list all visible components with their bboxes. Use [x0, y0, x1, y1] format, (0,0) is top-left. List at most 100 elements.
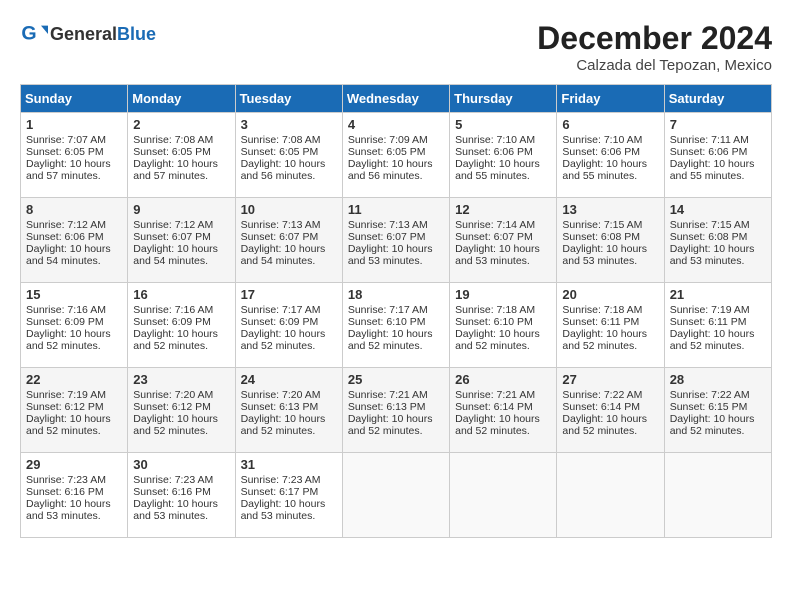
sunset-text: Sunset: 6:07 PM — [455, 231, 551, 243]
daylight-text: Daylight: 10 hours and 52 minutes. — [455, 328, 551, 352]
day-number: 13 — [562, 202, 658, 217]
sunrise-text: Sunrise: 7:13 AM — [348, 219, 444, 231]
calendar-cell: 29Sunrise: 7:23 AMSunset: 6:16 PMDayligh… — [21, 453, 128, 538]
calendar-cell: 26Sunrise: 7:21 AMSunset: 6:14 PMDayligh… — [450, 368, 557, 453]
daylight-text: Daylight: 10 hours and 52 minutes. — [670, 328, 766, 352]
sunrise-text: Sunrise: 7:12 AM — [133, 219, 229, 231]
calendar-cell: 13Sunrise: 7:15 AMSunset: 6:08 PMDayligh… — [557, 198, 664, 283]
sunrise-text: Sunrise: 7:23 AM — [26, 474, 122, 486]
sunrise-text: Sunrise: 7:18 AM — [562, 304, 658, 316]
day-number: 15 — [26, 287, 122, 302]
sunset-text: Sunset: 6:15 PM — [670, 401, 766, 413]
day-number: 12 — [455, 202, 551, 217]
sunset-text: Sunset: 6:12 PM — [133, 401, 229, 413]
sunset-text: Sunset: 6:13 PM — [348, 401, 444, 413]
calendar-cell: 24Sunrise: 7:20 AMSunset: 6:13 PMDayligh… — [235, 368, 342, 453]
day-number: 3 — [241, 117, 337, 132]
sunrise-text: Sunrise: 7:22 AM — [670, 389, 766, 401]
sunrise-text: Sunrise: 7:16 AM — [26, 304, 122, 316]
daylight-text: Daylight: 10 hours and 52 minutes. — [562, 328, 658, 352]
day-number: 9 — [133, 202, 229, 217]
calendar-cell: 12Sunrise: 7:14 AMSunset: 6:07 PMDayligh… — [450, 198, 557, 283]
daylight-text: Daylight: 10 hours and 53 minutes. — [562, 243, 658, 267]
sunset-text: Sunset: 6:08 PM — [562, 231, 658, 243]
calendar-cell: 3Sunrise: 7:08 AMSunset: 6:05 PMDaylight… — [235, 113, 342, 198]
day-number: 6 — [562, 117, 658, 132]
daylight-text: Daylight: 10 hours and 52 minutes. — [670, 413, 766, 437]
logo-icon: G — [20, 20, 48, 48]
daylight-text: Daylight: 10 hours and 52 minutes. — [133, 328, 229, 352]
day-number: 17 — [241, 287, 337, 302]
daylight-text: Daylight: 10 hours and 52 minutes. — [348, 328, 444, 352]
day-number: 7 — [670, 117, 766, 132]
calendar-cell: 16Sunrise: 7:16 AMSunset: 6:09 PMDayligh… — [128, 283, 235, 368]
calendar-cell: 15 Sunrise: 7:16 AMSunset: 6:09 PMDayligh… — [21, 283, 128, 368]
sunset-text: Sunset: 6:11 PM — [670, 316, 766, 328]
sunrise-text: Sunrise: 7:20 AM — [241, 389, 337, 401]
sunrise-text: Sunrise: 7:21 AM — [348, 389, 444, 401]
calendar-cell: 4Sunrise: 7:09 AMSunset: 6:05 PMDaylight… — [342, 113, 449, 198]
sunrise-text: Sunrise: 7:15 AM — [670, 219, 766, 231]
day-number: 28 — [670, 372, 766, 387]
sub-title: Calzada del Tepozan, Mexico — [537, 57, 772, 74]
day-number: 14 — [670, 202, 766, 217]
daylight-text: Daylight: 10 hours and 52 minutes. — [133, 413, 229, 437]
calendar-cell — [342, 453, 449, 538]
daylight-text: Daylight: 10 hours and 52 minutes. — [26, 328, 122, 352]
day-number: 31 — [241, 457, 337, 472]
calendar-cell: 27Sunrise: 7:22 AMSunset: 6:14 PMDayligh… — [557, 368, 664, 453]
sunset-text: Sunset: 6:09 PM — [133, 316, 229, 328]
daylight-text: Daylight: 10 hours and 53 minutes. — [455, 243, 551, 267]
sunrise-text: Sunrise: 7:19 AM — [670, 304, 766, 316]
calendar-table: SundayMondayTuesdayWednesdayThursdayFrid… — [20, 84, 772, 538]
calendar-cell: 5Sunrise: 7:10 AMSunset: 6:06 PMDaylight… — [450, 113, 557, 198]
sunset-text: Sunset: 6:17 PM — [241, 486, 337, 498]
day-number: 20 — [562, 287, 658, 302]
week-row-5: 29Sunrise: 7:23 AMSunset: 6:16 PMDayligh… — [21, 453, 772, 538]
sunset-text: Sunset: 6:07 PM — [348, 231, 444, 243]
daylight-text: Daylight: 10 hours and 52 minutes. — [562, 413, 658, 437]
daylight-text: Daylight: 10 hours and 52 minutes. — [26, 413, 122, 437]
sunset-text: Sunset: 6:13 PM — [241, 401, 337, 413]
calendar-cell: 8Sunrise: 7:12 AMSunset: 6:06 PMDaylight… — [21, 198, 128, 283]
sunrise-text: Sunrise: 7:23 AM — [133, 474, 229, 486]
day-number: 2 — [133, 117, 229, 132]
sunrise-text: Sunrise: 7:11 AM — [670, 134, 766, 146]
sunset-text: Sunset: 6:16 PM — [133, 486, 229, 498]
daylight-text: Daylight: 10 hours and 54 minutes. — [241, 243, 337, 267]
sunset-text: Sunset: 6:06 PM — [455, 146, 551, 158]
calendar-cell: 19Sunrise: 7:18 AMSunset: 6:10 PMDayligh… — [450, 283, 557, 368]
week-row-4: 22Sunrise: 7:19 AMSunset: 6:12 PMDayligh… — [21, 368, 772, 453]
weekday-header-friday: Friday — [557, 85, 664, 113]
calendar-cell: 18Sunrise: 7:17 AMSunset: 6:10 PMDayligh… — [342, 283, 449, 368]
calendar-cell: 14Sunrise: 7:15 AMSunset: 6:08 PMDayligh… — [664, 198, 771, 283]
sunset-text: Sunset: 6:10 PM — [348, 316, 444, 328]
title-area: December 2024 Calzada del Tepozan, Mexic… — [537, 20, 772, 74]
weekday-header-sunday: Sunday — [21, 85, 128, 113]
sunset-text: Sunset: 6:07 PM — [133, 231, 229, 243]
logo-blue: Blue — [117, 24, 156, 44]
daylight-text: Daylight: 10 hours and 53 minutes. — [348, 243, 444, 267]
sunset-text: Sunset: 6:09 PM — [241, 316, 337, 328]
day-number: 5 — [455, 117, 551, 132]
weekday-header-wednesday: Wednesday — [342, 85, 449, 113]
sunset-text: Sunset: 6:05 PM — [133, 146, 229, 158]
calendar-cell: 30 Sunrise: 7:23 AMSunset: 6:16 PMDayligh… — [128, 453, 235, 538]
sunrise-text: Sunrise: 7:12 AM — [26, 219, 122, 231]
day-number: 27 — [562, 372, 658, 387]
sunrise-text: Sunrise: 7:17 AM — [241, 304, 337, 316]
sunrise-text: Sunrise: 7:19 AM — [26, 389, 122, 401]
daylight-text: Daylight: 10 hours and 52 minutes. — [241, 413, 337, 437]
day-number: 19 — [455, 287, 551, 302]
daylight-text: Daylight: 10 hours and 52 minutes. — [455, 413, 551, 437]
sunset-text: Sunset: 6:09 PM — [26, 316, 122, 328]
day-number: 30 — [133, 457, 229, 472]
sunset-text: Sunset: 6:06 PM — [26, 231, 122, 243]
calendar-cell: 20Sunrise: 7:18 AMSunset: 6:11 PMDayligh… — [557, 283, 664, 368]
calendar-cell — [664, 453, 771, 538]
daylight-text: Daylight: 10 hours and 55 minutes. — [455, 158, 551, 182]
calendar-cell: 11Sunrise: 7:13 AMSunset: 6:07 PMDayligh… — [342, 198, 449, 283]
daylight-text: Daylight: 10 hours and 55 minutes. — [670, 158, 766, 182]
daylight-text: Daylight: 10 hours and 53 minutes. — [133, 498, 229, 522]
week-row-2: 8Sunrise: 7:12 AMSunset: 6:06 PMDaylight… — [21, 198, 772, 283]
